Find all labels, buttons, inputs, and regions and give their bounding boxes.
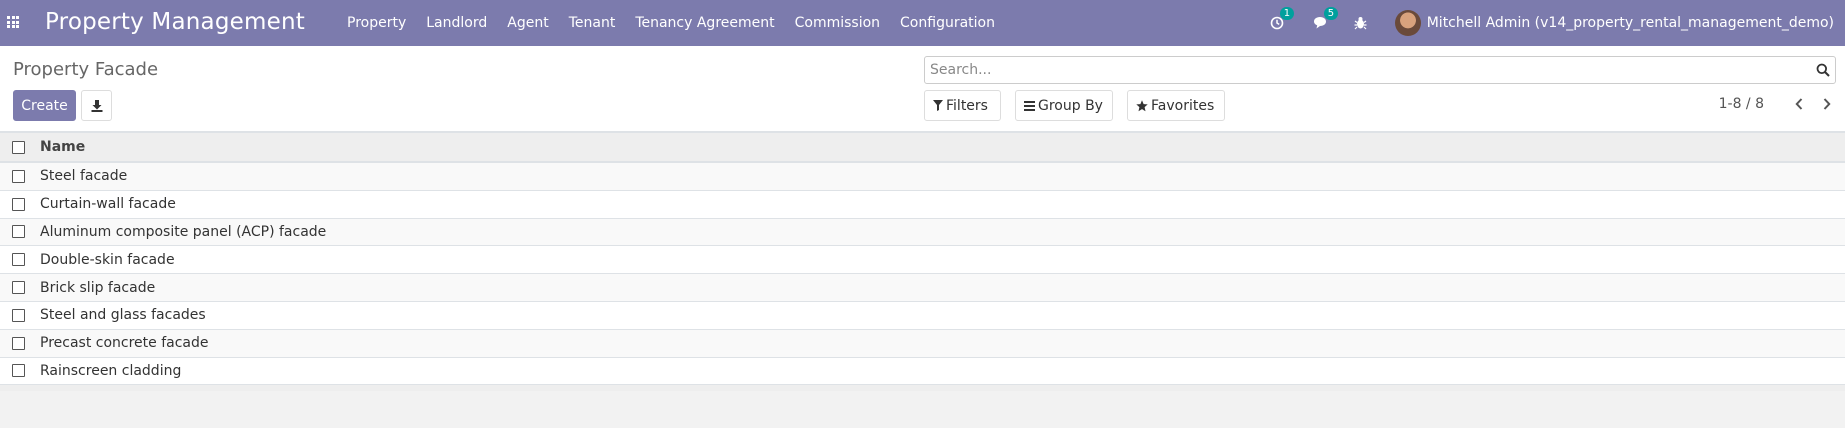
menu-item-configuration[interactable]: Configuration (890, 0, 1005, 46)
systray: 1 5 Mitchell Admin (v14_property_rental_… (1267, 0, 1845, 46)
row-name: Aluminum composite panel (ACP) facade (40, 223, 327, 240)
row-checkbox[interactable] (12, 169, 25, 183)
row-checkbox[interactable] (12, 281, 25, 295)
menu-item-agent[interactable]: Agent (497, 0, 558, 46)
table-row[interactable]: Brick slip facade (0, 274, 1845, 302)
filter-icon (933, 100, 943, 111)
row-name: Steel facade (40, 168, 128, 185)
table-footer (0, 385, 1845, 392)
search-input[interactable] (925, 57, 1805, 83)
user-menu[interactable]: Mitchell Admin (v14_property_rental_mana… (1394, 10, 1845, 36)
row-checkbox[interactable] (12, 225, 25, 239)
menu-item-tenant[interactable]: Tenant (559, 0, 626, 46)
menu-item-tenancy-agreement[interactable]: Tenancy Agreement (625, 0, 784, 46)
table-row[interactable]: Steel facade (0, 163, 1845, 191)
control-panel: Property Facade Create Filters Group By (0, 46, 1845, 132)
group-by-label: Group By (1038, 97, 1103, 114)
messages-button[interactable]: 5 (1311, 7, 1339, 33)
chevron-right-icon (1823, 98, 1831, 110)
export-button[interactable] (81, 90, 112, 121)
table-row[interactable]: Double-skin facade (0, 246, 1845, 275)
table-body: Steel facade Curtain-wall facade Aluminu… (0, 163, 1845, 386)
search-icon[interactable] (1816, 63, 1830, 77)
filters-button[interactable]: Filters (924, 90, 1001, 121)
table-row[interactable]: Aluminum composite panel (ACP) facade (0, 218, 1845, 247)
menu-item-commission[interactable]: Commission (785, 0, 890, 46)
pager-next-button[interactable] (1820, 96, 1834, 112)
row-name: Steel and glass facades (40, 307, 206, 324)
favorites-label: Favorites (1151, 97, 1215, 114)
group-by-button[interactable]: Group By (1015, 90, 1113, 121)
main-menu: Property Landlord Agent Tenant Tenancy A… (337, 0, 1005, 46)
table-row[interactable]: Steel and glass facades (0, 301, 1845, 330)
pager: 1-8 / 8 (1719, 96, 1834, 112)
row-name: Double-skin facade (40, 251, 175, 268)
messages-count-badge: 5 (1323, 7, 1339, 20)
row-name: Precast concrete facade (40, 335, 209, 352)
download-icon (91, 99, 102, 112)
debug-button[interactable] (1351, 13, 1371, 33)
select-all-checkbox[interactable] (12, 140, 25, 154)
table-header: Name (0, 132, 1845, 163)
apps-menu-icon[interactable] (7, 16, 19, 28)
activity-count-badge: 1 (1279, 7, 1295, 20)
app-brand[interactable]: Property Management (45, 9, 305, 35)
list-table: Name Steel facade Curtain-wall facade Al… (0, 132, 1845, 392)
row-checkbox[interactable] (12, 253, 25, 267)
user-name: Mitchell Admin (v14_property_rental_mana… (1426, 15, 1834, 31)
pager-value[interactable]: 1-8 / 8 (1719, 96, 1764, 112)
row-checkbox[interactable] (12, 364, 25, 378)
bars-icon (1024, 100, 1035, 111)
row-checkbox[interactable] (12, 336, 25, 350)
menu-item-property[interactable]: Property (337, 0, 416, 46)
breadcrumb: Property Facade (13, 59, 159, 80)
filters-label: Filters (946, 97, 988, 114)
row-name: Rainscreen cladding (40, 362, 182, 379)
row-name: Curtain-wall facade (40, 196, 176, 213)
table-row[interactable]: Rainscreen cladding (0, 357, 1845, 386)
activity-button[interactable]: 1 (1267, 7, 1295, 33)
table-row[interactable]: Precast concrete facade (0, 329, 1845, 358)
row-name: Brick slip facade (40, 279, 156, 296)
table-row[interactable]: Curtain-wall facade (0, 190, 1845, 219)
menu-item-landlord[interactable]: Landlord (416, 0, 497, 46)
bug-icon (1354, 17, 1367, 30)
avatar (1394, 10, 1421, 36)
chevron-left-icon (1795, 98, 1803, 110)
row-checkbox[interactable] (12, 308, 25, 322)
star-icon (1136, 99, 1148, 111)
favorites-button[interactable]: Favorites (1127, 90, 1225, 121)
row-checkbox[interactable] (12, 197, 25, 211)
create-button[interactable]: Create (13, 90, 76, 121)
pager-previous-button[interactable] (1792, 96, 1806, 112)
top-navbar: Property Management Property Landlord Ag… (0, 0, 1845, 46)
search-box (924, 56, 1836, 84)
column-header-name[interactable]: Name (38, 139, 85, 155)
